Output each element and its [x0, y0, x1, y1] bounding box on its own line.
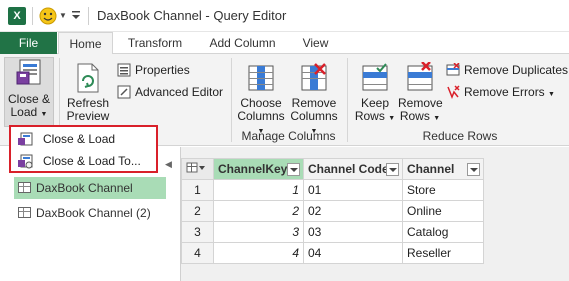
remove-columns-label-line2: Columns [290, 109, 338, 123]
menu-item-close-load[interactable]: Close & Load [11, 129, 156, 150]
cell-channel-code[interactable]: 02 [303, 200, 403, 222]
keep-rows-button[interactable]: Keep Rows ▼ [354, 62, 396, 125]
feedback-dropdown-icon[interactable]: ▼ [59, 11, 67, 20]
toolbar-separator [32, 7, 33, 25]
close-load-dropdown-menu: Close & Load Close & Load To... [9, 125, 158, 173]
remove-duplicates-button[interactable]: Remove Duplicates [446, 61, 568, 79]
cell-channel-code[interactable]: 03 [303, 221, 403, 243]
data-preview-grid: ChannelKey Channel Code Channel 1 1 01 S… [180, 147, 569, 281]
menu-item-label: Close & Load [43, 132, 116, 146]
cell-channel[interactable]: Reseller [402, 242, 484, 264]
choose-columns-icon [248, 65, 274, 91]
column-filter-dropdown-icon[interactable] [386, 163, 399, 176]
query-item-label: DaxBook Channel (2) [36, 206, 151, 220]
table-menu-icon [186, 162, 205, 172]
group-separator [347, 58, 348, 142]
query-item-label: DaxBook Channel [36, 181, 133, 195]
choose-columns-label-line2: Columns [237, 109, 285, 123]
refresh-icon [77, 63, 99, 93]
row-number: 4 [181, 242, 214, 264]
ribbon-tab-row: File Home Transform Add Column View [0, 32, 569, 55]
remove-rows-button[interactable]: Remove Rows ▼ [398, 62, 443, 125]
chevron-down-icon: ▼ [433, 115, 441, 122]
window-title: DaxBook Channel - Query Editor [97, 8, 287, 23]
properties-icon [117, 63, 131, 77]
quick-access-customize-icon[interactable] [71, 9, 81, 21]
menu-item-close-load-to[interactable]: Close & Load To... [11, 151, 156, 172]
advanced-editor-label: Advanced Editor [135, 85, 224, 99]
cell-channel[interactable]: Catalog [402, 221, 484, 243]
query-item-daxbook-channel-2[interactable]: DaxBook Channel (2) [14, 202, 166, 224]
data-table: ChannelKey Channel Code Channel 1 1 01 S… [181, 158, 484, 264]
column-filter-dropdown-icon[interactable] [287, 163, 300, 176]
cell-channelkey[interactable]: 2 [213, 200, 304, 222]
column-header-label: Channel Code [308, 162, 389, 176]
chevron-down-icon: ▼ [388, 115, 396, 122]
advanced-editor-button[interactable]: Advanced Editor [117, 83, 223, 101]
group-label-reduce-rows: Reduce Rows [422, 129, 498, 143]
title-bar: X ▼ DaxBook Channel - Query Editor [0, 0, 569, 32]
keep-rows-icon [362, 63, 388, 91]
remove-errors-button[interactable]: Remove Errors ▼ [446, 83, 555, 101]
group-separator [231, 58, 232, 142]
advanced-editor-icon [117, 85, 131, 99]
keep-rows-label-line2: Rows [354, 109, 385, 123]
cell-channelkey[interactable]: 4 [213, 242, 304, 264]
properties-label: Properties [135, 63, 190, 77]
column-filter-dropdown-icon[interactable] [467, 163, 480, 176]
remove-duplicates-icon [446, 63, 460, 76]
refresh-label-line2: Preview [66, 109, 110, 123]
table-row[interactable]: 1 1 01 Store [181, 179, 484, 201]
row-number: 3 [181, 221, 214, 243]
table-menu-corner[interactable] [181, 158, 214, 180]
cell-channelkey[interactable]: 1 [213, 179, 304, 201]
remove-columns-icon [301, 63, 327, 91]
smiley-feedback-icon[interactable] [39, 7, 57, 25]
close-load-icon [16, 59, 41, 85]
group-label-manage-columns: Manage Columns [241, 129, 336, 143]
remove-rows-label-line2: Rows [399, 109, 430, 123]
tab-file[interactable]: File [0, 32, 57, 54]
remove-rows-icon [407, 62, 433, 91]
cell-channel[interactable]: Online [402, 200, 484, 222]
cell-channel-code[interactable]: 01 [303, 179, 403, 201]
tab-view[interactable]: View [293, 32, 338, 54]
close-load-icon [18, 132, 33, 146]
remove-errors-label: Remove Errors [464, 85, 545, 99]
column-header-channelkey[interactable]: ChannelKey [213, 158, 304, 180]
tab-home[interactable]: Home [58, 32, 113, 55]
close-load-label-line2: Load [10, 105, 38, 119]
toolbar-separator [88, 7, 89, 25]
remove-columns-button[interactable]: Remove Columns ▼ [288, 62, 340, 138]
column-header-channel[interactable]: Channel [402, 158, 484, 180]
chevron-down-icon: ▼ [40, 111, 48, 118]
column-header-channel-code[interactable]: Channel Code [303, 158, 403, 180]
table-icon [18, 182, 31, 193]
table-row[interactable]: 2 2 02 Online [181, 200, 484, 222]
table-row[interactable]: 3 3 03 Catalog [181, 221, 484, 243]
table-icon [18, 207, 31, 218]
close-load-button[interactable]: Close & Load ▼ [4, 57, 54, 127]
close-load-to-icon [18, 154, 33, 169]
remove-errors-icon [447, 85, 460, 99]
table-row[interactable]: 4 4 04 Reseller [181, 242, 484, 264]
column-header-label: ChannelKey [218, 162, 288, 176]
cell-channelkey[interactable]: 3 [213, 221, 304, 243]
cell-channel[interactable]: Store [402, 179, 484, 201]
properties-button[interactable]: Properties [117, 61, 190, 79]
menu-item-label: Close & Load To... [43, 154, 141, 168]
tab-transform[interactable]: Transform [118, 32, 192, 54]
row-number: 1 [181, 179, 214, 201]
query-item-daxbook-channel[interactable]: DaxBook Channel [14, 177, 166, 199]
excel-icon: X [8, 7, 26, 25]
row-number: 2 [181, 200, 214, 222]
column-header-label: Channel [407, 162, 455, 176]
remove-duplicates-label: Remove Duplicates [464, 63, 569, 77]
choose-columns-button[interactable]: Choose Columns ▼ [237, 62, 285, 138]
chevron-down-icon: ▼ [548, 91, 555, 98]
tab-add-column[interactable]: Add Column [200, 32, 285, 54]
cell-channel-code[interactable]: 04 [303, 242, 403, 264]
collapse-pane-icon[interactable]: ◀ [165, 159, 172, 170]
table-header-row: ChannelKey Channel Code Channel [181, 158, 484, 180]
